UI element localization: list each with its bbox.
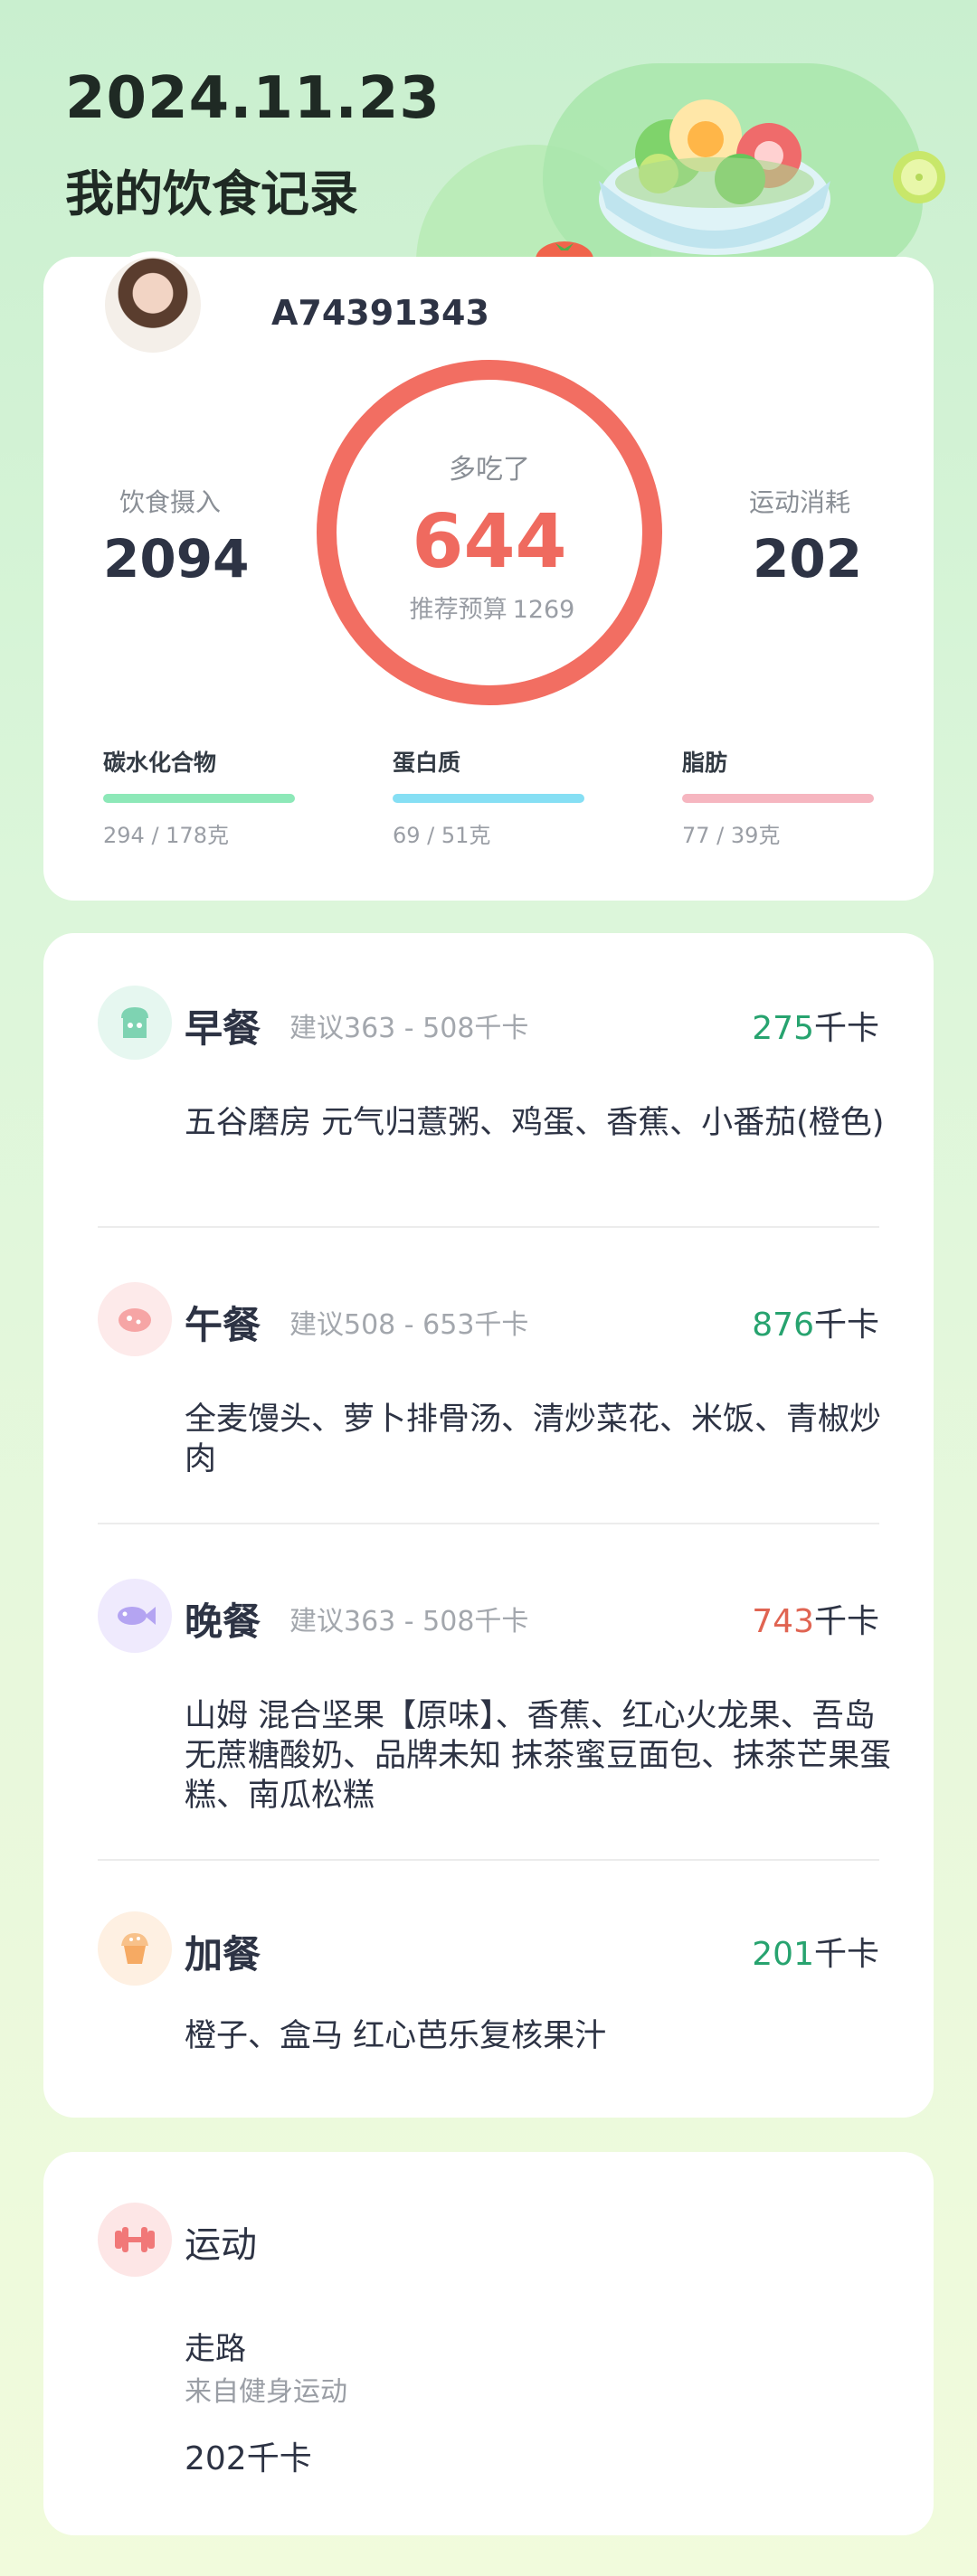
meal-calories-unit: 千卡: [813, 1307, 879, 1344]
divider: [98, 1859, 879, 1861]
meal-calories-value: 743: [752, 1603, 814, 1640]
budget-text: 推荐预算 1269: [313, 590, 666, 625]
meals-card: 早餐 建议363 - 508千卡 275千卡 五谷磨房 元气归薏粥、鸡蛋、香蕉、…: [43, 933, 934, 2118]
meal-name: 早餐: [185, 1006, 261, 1051]
meal-name: 晚餐: [185, 1599, 261, 1644]
macro-value: 294 / 178克: [103, 823, 229, 848]
salad-bowl-illustration: [599, 99, 830, 255]
meal-suggestion: 建议363 - 508千卡: [289, 1013, 529, 1044]
meal-calories: 275千卡: [752, 1002, 879, 1049]
meal-calories-unit: 千卡: [813, 1936, 879, 1973]
meal-foods: 五谷磨房 元气归薏粥、鸡蛋、香蕉、小番茄(橙色): [185, 1105, 885, 1141]
fish-icon: [98, 1579, 172, 1653]
meal-calories-value: 275: [752, 1010, 814, 1047]
meal-dinner[interactable]: 晚餐 建议363 - 508千卡 743千卡 山姆 混合坚果【原味】、香蕉、红心…: [43, 1526, 934, 1861]
meal-snack[interactable]: 加餐 201千卡 橙子、盒马 红心芭乐复核果汁: [43, 1863, 934, 2116]
ring-value: 644: [412, 499, 567, 585]
burn-value: 202: [753, 528, 863, 590]
meal-foods: 全麦馒头、萝卜排骨汤、清炒菜花、米饭、青椒炒肉: [185, 1401, 882, 1477]
budget-value: 1269: [512, 596, 575, 624]
macro-bar: [682, 794, 874, 803]
meal-name: 加餐: [185, 1932, 261, 1977]
exercise-card[interactable]: 运动 走路 来自健身运动 202千卡: [43, 2152, 934, 2535]
page-date: 2024.11.23: [65, 65, 441, 132]
macro-name: 脂肪: [682, 750, 728, 776]
lime-slice-illustration: [893, 151, 945, 203]
meal-name: 午餐: [185, 1303, 261, 1347]
exercise-name: 走路: [185, 2331, 246, 2367]
meal-suggestion: 建议363 - 508千卡: [289, 1606, 529, 1637]
meal-lunch[interactable]: 午餐 建议508 - 653千卡 876千卡 全麦馒头、萝卜排骨汤、清炒菜花、米…: [43, 1230, 934, 1524]
burn-label: 运动消耗: [749, 487, 851, 517]
intake-label: 饮食摄入: [119, 487, 222, 517]
macro-name: 碳水化合物: [103, 750, 217, 776]
meal-calories-value: 201: [752, 1936, 814, 1973]
dumbbell-icon: [98, 2203, 172, 2277]
macro-protein: 蛋白质 69 / 51克: [393, 745, 584, 849]
meal-breakfast[interactable]: 早餐 建议363 - 508千卡 275千卡 五谷磨房 元气归薏粥、鸡蛋、香蕉、…: [43, 933, 934, 1228]
macro-carbs: 碳水化合物 294 / 178克: [103, 745, 295, 849]
macro-fat: 脂肪 77 / 39克: [682, 745, 874, 849]
meal-foods: 橙子、盒马 红心芭乐复核果汁: [185, 2018, 607, 2054]
avatar[interactable]: [100, 251, 206, 358]
ring-label: 多吃了: [449, 454, 530, 486]
meal-suggestion: 建议508 - 653千卡: [289, 1309, 529, 1341]
meal-calories: 201千卡: [752, 1928, 879, 1975]
macro-bar: [393, 794, 584, 803]
page: 2024.11.23 我的饮食记录 A74391343 饮食摄入 2094 多吃…: [0, 0, 977, 2576]
exercise-calories: 202千卡: [185, 2440, 312, 2477]
macro-value: 77 / 39克: [682, 823, 781, 848]
meal-calories-unit: 千卡: [813, 1010, 879, 1047]
exercise-title: 运动: [185, 2224, 257, 2266]
summary-card: A74391343 饮食摄入 2094 多吃了 644 推荐预算 1269 运动消…: [43, 251, 934, 901]
budget-label: 推荐预算: [409, 596, 507, 624]
meal-foods: 山姆 混合坚果【原味】、香蕉、红心火龙果、吾岛 无蔗糖酸奶、品牌未知 抹茶蜜豆面…: [185, 1698, 892, 1814]
meal-calories-value: 876: [752, 1307, 814, 1344]
intake-value: 2094: [103, 528, 250, 590]
page-title: 我的饮食记录: [65, 165, 358, 222]
meal-calories: 743千卡: [752, 1595, 879, 1642]
divider: [98, 1523, 879, 1524]
toast-icon: [98, 986, 172, 1060]
exercise-source: 来自健身运动: [185, 2376, 347, 2408]
macro-value: 69 / 51克: [393, 823, 491, 848]
macro-name: 蛋白质: [393, 750, 461, 776]
meat-icon: [98, 1282, 172, 1356]
user-id: A74391343: [271, 293, 489, 333]
muffin-icon: [98, 1911, 172, 1986]
macro-bar: [103, 794, 295, 803]
divider: [98, 1226, 879, 1228]
meal-calories-unit: 千卡: [813, 1603, 879, 1640]
meal-calories: 876千卡: [752, 1298, 879, 1345]
